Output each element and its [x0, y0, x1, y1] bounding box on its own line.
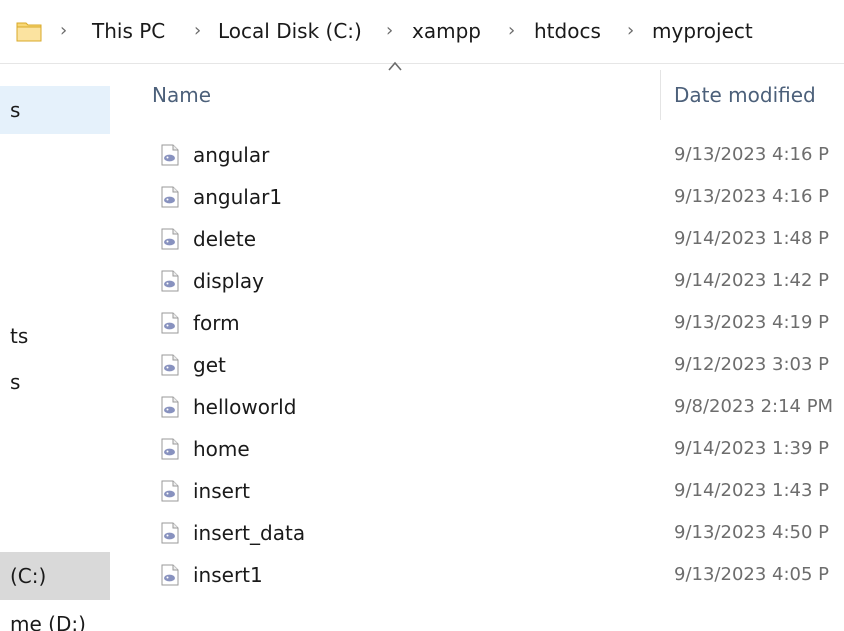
file-date-modified: 9/13/2023 4:19 P: [674, 312, 830, 333]
column-header-name[interactable]: Name: [152, 80, 211, 110]
file-row[interactable]: get 9/12/2023 3:03 P: [118, 344, 844, 386]
file-date-modified: 9/13/2023 4:16 P: [674, 186, 830, 207]
breadcrumb-myproject[interactable]: myproject: [652, 18, 753, 44]
file-row[interactable]: angular 9/13/2023 4:16 P: [118, 134, 844, 176]
php-file-icon: [161, 144, 179, 166]
php-file-icon: [161, 438, 179, 460]
php-file-icon: [161, 186, 179, 208]
file-name: insert1: [193, 563, 263, 587]
file-name: display: [193, 269, 265, 293]
file-row[interactable]: home 9/14/2023 1:39 P: [118, 428, 844, 470]
file-date-modified: 9/13/2023 4:05 P: [674, 564, 830, 585]
nav-item[interactable]: s: [0, 365, 110, 399]
file-row[interactable]: display 9/14/2023 1:42 P: [118, 260, 844, 302]
php-file-icon: [161, 522, 179, 544]
file-date-modified: 9/8/2023 2:14 PM: [674, 396, 834, 417]
php-file-icon: [161, 354, 179, 376]
file-name: delete: [193, 227, 257, 251]
breadcrumb-htdocs[interactable]: htdocs: [534, 18, 601, 44]
file-date-modified: 9/12/2023 3:03 P: [674, 354, 830, 375]
file-name: form: [193, 311, 240, 335]
php-file-icon: [161, 396, 179, 418]
chevron-right-icon[interactable]: ›: [386, 18, 393, 44]
file-row[interactable]: angular1 9/13/2023 4:16 P: [118, 176, 844, 218]
file-row[interactable]: insert 9/14/2023 1:43 P: [118, 470, 844, 512]
nav-item-drive-d[interactable]: me (D:): [0, 607, 110, 631]
sort-up-icon: [388, 61, 402, 71]
file-date-modified: 9/14/2023 1:39 P: [674, 438, 830, 459]
chevron-right-icon[interactable]: ›: [194, 18, 201, 44]
breadcrumb-local-disk[interactable]: Local Disk (C:): [218, 18, 362, 44]
folder-icon: [16, 22, 42, 42]
php-file-icon: [161, 228, 179, 250]
file-name: get: [193, 353, 226, 377]
file-name: home: [193, 437, 250, 461]
file-row[interactable]: delete 9/14/2023 1:48 P: [118, 218, 844, 260]
file-row[interactable]: insert_data 9/13/2023 4:50 P: [118, 512, 844, 554]
file-date-modified: 9/14/2023 1:43 P: [674, 480, 830, 501]
php-file-icon: [161, 312, 179, 334]
file-date-modified: 9/14/2023 1:42 P: [674, 270, 830, 291]
file-row[interactable]: form 9/13/2023 4:19 P: [118, 302, 844, 344]
nav-item[interactable]: ts: [0, 319, 110, 353]
file-row[interactable]: insert1 9/13/2023 4:05 P: [118, 554, 844, 596]
file-name: insert: [193, 479, 251, 503]
chevron-right-icon[interactable]: ›: [60, 18, 67, 44]
file-date-modified: 9/14/2023 1:48 P: [674, 228, 830, 249]
php-file-icon: [161, 270, 179, 292]
column-header-date-modified[interactable]: Date modified: [674, 80, 816, 110]
file-name: helloworld: [193, 395, 297, 419]
breadcrumb-xampp[interactable]: xampp: [412, 18, 481, 44]
file-list: angular 9/13/2023 4:16 P angular1 9/13/2023…: [118, 134, 844, 596]
navigation-pane: s ts s (C:) me (D:): [0, 64, 118, 631]
file-date-modified: 9/13/2023 4:16 P: [674, 144, 830, 165]
address-bar[interactable]: › This PC › Local Disk (C:) › xampp › ht…: [0, 0, 844, 64]
breadcrumb-this-pc[interactable]: This PC: [92, 18, 165, 44]
php-file-icon: [161, 480, 179, 502]
chevron-right-icon[interactable]: ›: [627, 18, 634, 44]
file-row[interactable]: helloworld 9/8/2023 2:14 PM: [118, 386, 844, 428]
php-file-icon: [161, 564, 179, 586]
chevron-right-icon[interactable]: ›: [508, 18, 515, 44]
column-divider[interactable]: [660, 70, 661, 120]
file-name: angular: [193, 143, 270, 167]
file-name: insert_data: [193, 521, 306, 545]
file-name: angular1: [193, 185, 283, 209]
nav-item-drive-c[interactable]: (C:): [0, 552, 110, 600]
file-date-modified: 9/13/2023 4:50 P: [674, 522, 830, 543]
nav-item[interactable]: s: [0, 86, 110, 134]
